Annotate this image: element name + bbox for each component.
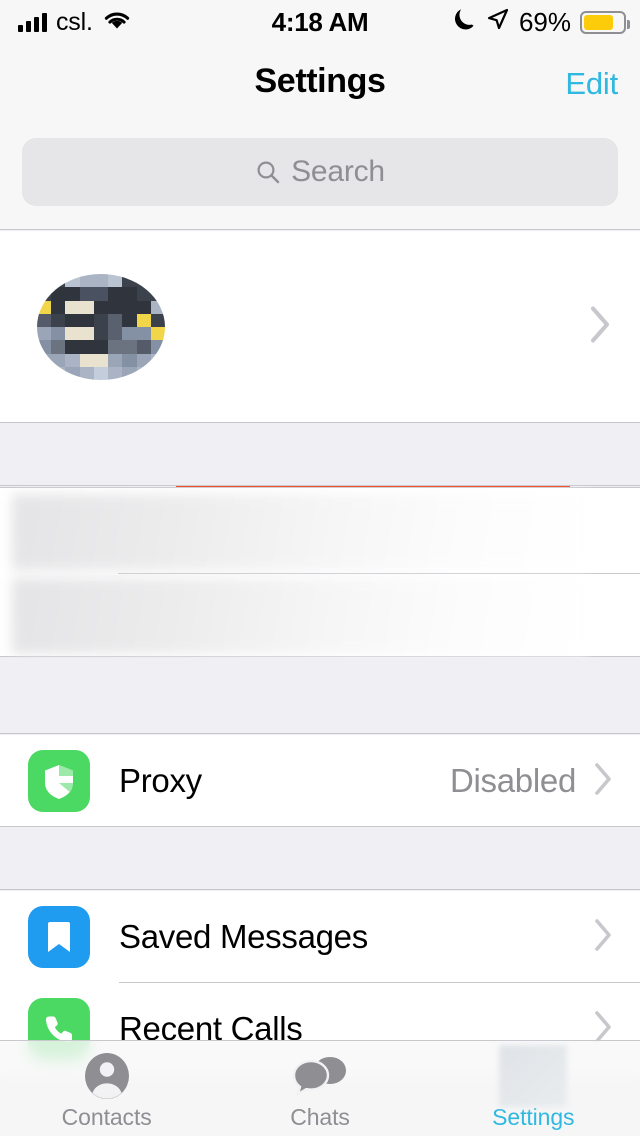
page-title: Settings	[254, 62, 386, 100]
settings-row-label: Saved Messages	[119, 918, 368, 955]
tab-settings[interactable]: Settings	[427, 1041, 640, 1136]
battery-percent-label: 69%	[518, 6, 571, 37]
censored-row-2[interactable]	[12, 578, 588, 654]
tab-label: Chats	[290, 1104, 350, 1130]
status-bar: csl. 4:18 AM 69%	[0, 0, 640, 44]
censored-row-1[interactable]	[12, 494, 588, 570]
person-circle-icon	[83, 1050, 131, 1102]
tab-label: Contacts	[61, 1104, 152, 1130]
battery-icon	[580, 10, 630, 34]
avatar[interactable]	[37, 274, 165, 380]
moon-icon	[453, 6, 477, 39]
shield-icon	[28, 750, 90, 812]
search-input[interactable]: Search	[22, 138, 618, 206]
nav-header: Settings Edit Search	[0, 44, 640, 230]
settings-row-proxy[interactable]: Proxy Disabled	[0, 735, 640, 827]
row-separator	[118, 573, 640, 574]
profile-row[interactable]	[0, 231, 640, 650]
bookmark-icon	[28, 906, 90, 968]
chat-bubbles-icon	[292, 1050, 348, 1102]
tab-bar: Contacts Chats Settings	[0, 1040, 640, 1136]
status-bar-right: 69%	[453, 6, 630, 39]
chevron-right-icon	[594, 762, 614, 801]
gear-icon	[499, 1045, 568, 1107]
tab-chats[interactable]: Chats	[213, 1041, 426, 1136]
tab-contacts[interactable]: Contacts	[0, 1041, 213, 1136]
telegram-settings-screen: csl. 4:18 AM 69% Settings Edit Search Pr…	[0, 0, 640, 1136]
chevron-right-icon	[590, 305, 612, 348]
section-gap-a	[0, 424, 640, 486]
settings-row-saved-messages[interactable]: Saved Messages	[0, 891, 640, 983]
proxy-status-value: Disabled	[449, 762, 576, 799]
section-gap-b	[0, 658, 640, 734]
location-arrow-icon	[486, 7, 510, 38]
search-placeholder: Search	[291, 155, 385, 188]
chevron-right-icon	[594, 918, 614, 957]
tab-label: Settings	[492, 1104, 575, 1130]
section-gap-c	[0, 826, 640, 890]
edit-button[interactable]: Edit	[565, 66, 618, 102]
settings-row-label: Proxy	[119, 762, 202, 799]
censored-settings-section[interactable]	[0, 487, 640, 657]
search-icon	[255, 159, 281, 185]
